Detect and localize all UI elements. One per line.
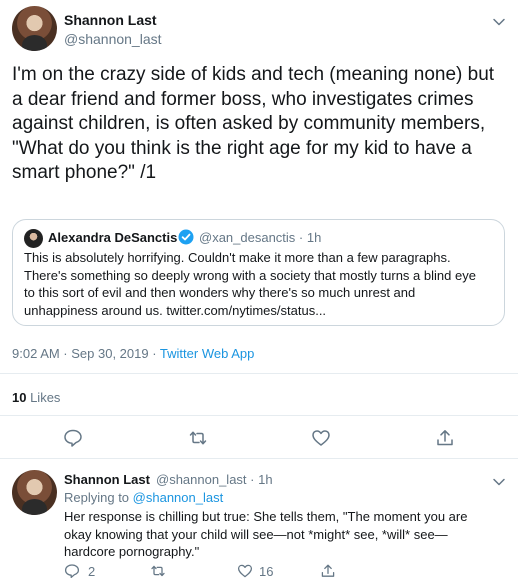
divider — [0, 373, 518, 374]
replying-to: Replying to @shannon_last — [64, 490, 223, 505]
retweet-icon[interactable] — [188, 428, 208, 448]
quoted-tweet[interactable]: Alexandra DeSanctis @xan_desanctis · 1h … — [12, 219, 505, 326]
author-handle[interactable]: @shannon_last — [64, 31, 162, 47]
tweet-text: I'm on the crazy side of kids and tech (… — [12, 64, 495, 184]
chevron-down-icon[interactable] — [492, 475, 506, 489]
reply-count: 2 — [88, 564, 96, 579]
like-icon[interactable] — [311, 428, 331, 448]
retweet-icon[interactable] — [150, 563, 166, 579]
quoted-handle-time: @xan_desanctis · 1h — [199, 230, 322, 245]
reply-avatar[interactable] — [12, 470, 57, 515]
replying-mention-link[interactable]: @shannon_last — [133, 490, 224, 505]
share-icon[interactable] — [435, 428, 455, 448]
quoted-author-name: Alexandra DeSanctis — [48, 230, 178, 245]
author-name[interactable]: Shannon Last — [64, 12, 157, 28]
likes-count[interactable]: 10 Likes — [12, 390, 60, 405]
share-icon[interactable] — [320, 563, 336, 579]
tweet-meta: 9:02 AM · Sep 30, 2019 · Twitter Web App — [12, 346, 254, 361]
timestamp[interactable]: 9:02 AM · Sep 30, 2019 · — [12, 346, 160, 361]
likes-label: Likes — [26, 390, 61, 405]
like-count: 16 — [259, 564, 274, 579]
reply-author-name[interactable]: Shannon Last — [64, 472, 150, 487]
divider — [0, 415, 518, 416]
reply-text: Her response is chilling but true: She t… — [64, 509, 468, 559]
source-link[interactable]: Twitter Web App — [160, 346, 254, 361]
avatar[interactable] — [12, 6, 57, 51]
reply-icon[interactable] — [64, 563, 80, 579]
quoted-avatar — [24, 229, 43, 248]
reply-icon[interactable] — [63, 428, 83, 448]
quoted-text: This is absolutely horrifying. Couldn't … — [24, 250, 476, 318]
divider — [0, 458, 518, 459]
likes-number: 10 — [12, 390, 27, 405]
reply-handle-time[interactable]: @shannon_last · 1h — [156, 472, 273, 487]
chevron-down-icon[interactable] — [492, 15, 506, 29]
verified-badge-icon — [178, 229, 194, 245]
like-icon[interactable] — [237, 563, 253, 579]
replying-prefix: Replying to — [64, 490, 133, 505]
